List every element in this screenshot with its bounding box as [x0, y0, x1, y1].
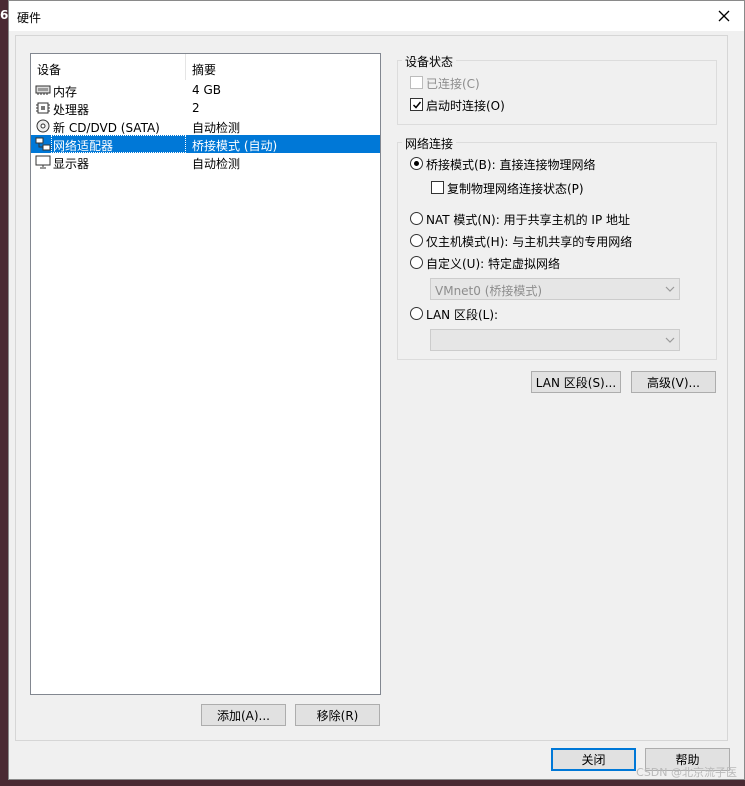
device-summary: 自动检测 [192, 121, 241, 135]
nat-label[interactable]: NAT 模式(N): 用于共享主机的 IP 地址 [426, 211, 630, 228]
close-window-button[interactable] [704, 1, 744, 31]
device-row-cd-dvd[interactable]: 新 CD/DVD (SATA) 自动检测 [31, 117, 380, 135]
device-name: 内存 [53, 85, 78, 99]
lan-segments-button[interactable]: LAN 区段(S)... [531, 371, 621, 393]
device-summary: 自动检测 [192, 157, 241, 171]
custom-label[interactable]: 自定义(U): 特定虚拟网络 [426, 255, 560, 272]
replicate-state-label[interactable]: 复制物理网络连接状态(P) [447, 180, 584, 197]
window-title: 硬件 [17, 11, 42, 25]
device-row-display[interactable]: 显示器 自动检测 [31, 153, 380, 171]
close-icon [718, 10, 730, 22]
custom-network-value: VMnet0 (桥接模式) [435, 284, 543, 298]
custom-radio[interactable] [410, 256, 423, 269]
memory-icon [35, 85, 51, 95]
lan-segment-label[interactable]: LAN 区段(L): [426, 306, 498, 323]
lan-segment-radio[interactable] [410, 307, 423, 320]
device-row-network-adapter[interactable]: 网络适配器 桥接模式 (自动) [31, 135, 380, 153]
device-summary: 桥接模式 (自动) [192, 139, 278, 153]
connect-at-power-on-checkbox[interactable] [410, 98, 423, 111]
device-summary: 4 GB [192, 83, 221, 97]
device-row-processor[interactable]: 处理器 2 [31, 99, 380, 117]
replicate-state-checkbox[interactable] [431, 181, 444, 194]
device-name: 处理器 [53, 103, 90, 117]
bridged-label[interactable]: 桥接模式(B): 直接连接物理网络 [426, 156, 595, 173]
host-only-radio[interactable] [410, 234, 423, 247]
device-summary: 2 [192, 101, 200, 115]
title-bar: 硬件 [9, 1, 744, 31]
watermark-text: CSDN @北京流子医 [636, 766, 737, 779]
host-only-label[interactable]: 仅主机模式(H): 与主机共享的专用网络 [426, 233, 632, 250]
list-header: 设备 摘要 [31, 54, 380, 80]
device-status-title: 设备状态 [402, 53, 457, 70]
device-list[interactable]: 设备 摘要 内存 4 GB 处理器 2 新 CD/DVD (SATA) 自动检测… [30, 53, 381, 695]
device-row-memory[interactable]: 内存 4 GB [31, 81, 380, 99]
close-button[interactable]: 关闭 [551, 748, 636, 771]
cd-dvd-icon [36, 119, 50, 133]
device-name: 网络适配器 [53, 139, 114, 153]
hardware-dialog: 硬件 设备 摘要 内存 4 GB 处理器 2 新 CD/DVD (SATA) 自… [8, 0, 745, 780]
connect-at-power-on-label[interactable]: 启动时连接(O) [426, 97, 505, 114]
radio-selected-dot [414, 161, 419, 166]
advanced-button[interactable]: 高级(V)... [631, 371, 716, 393]
nat-radio[interactable] [410, 212, 423, 225]
column-header-summary[interactable]: 摘要 [192, 61, 216, 78]
network-connection-title: 网络连接 [402, 135, 457, 152]
add-button[interactable]: 添加(A)... [201, 704, 286, 726]
bridged-radio[interactable] [410, 157, 423, 170]
network-connection-group [397, 142, 717, 360]
chevron-down-icon [665, 286, 675, 292]
chevron-down-icon [665, 337, 675, 343]
column-separator[interactable] [185, 54, 186, 80]
connected-checkbox[interactable] [410, 76, 423, 89]
display-icon [35, 155, 51, 169]
connected-label[interactable]: 已连接(C) [426, 75, 480, 92]
processor-icon [36, 102, 50, 114]
custom-network-select[interactable]: VMnet0 (桥接模式) [430, 278, 680, 300]
lan-segment-select[interactable] [430, 329, 680, 351]
device-name: 显示器 [53, 157, 90, 171]
column-header-device[interactable]: 设备 [37, 61, 61, 78]
checkmark-icon [412, 101, 421, 109]
network-adapter-icon [35, 137, 51, 151]
remove-button[interactable]: 移除(R) [295, 704, 380, 726]
device-name: 新 CD/DVD (SATA) [53, 121, 160, 135]
